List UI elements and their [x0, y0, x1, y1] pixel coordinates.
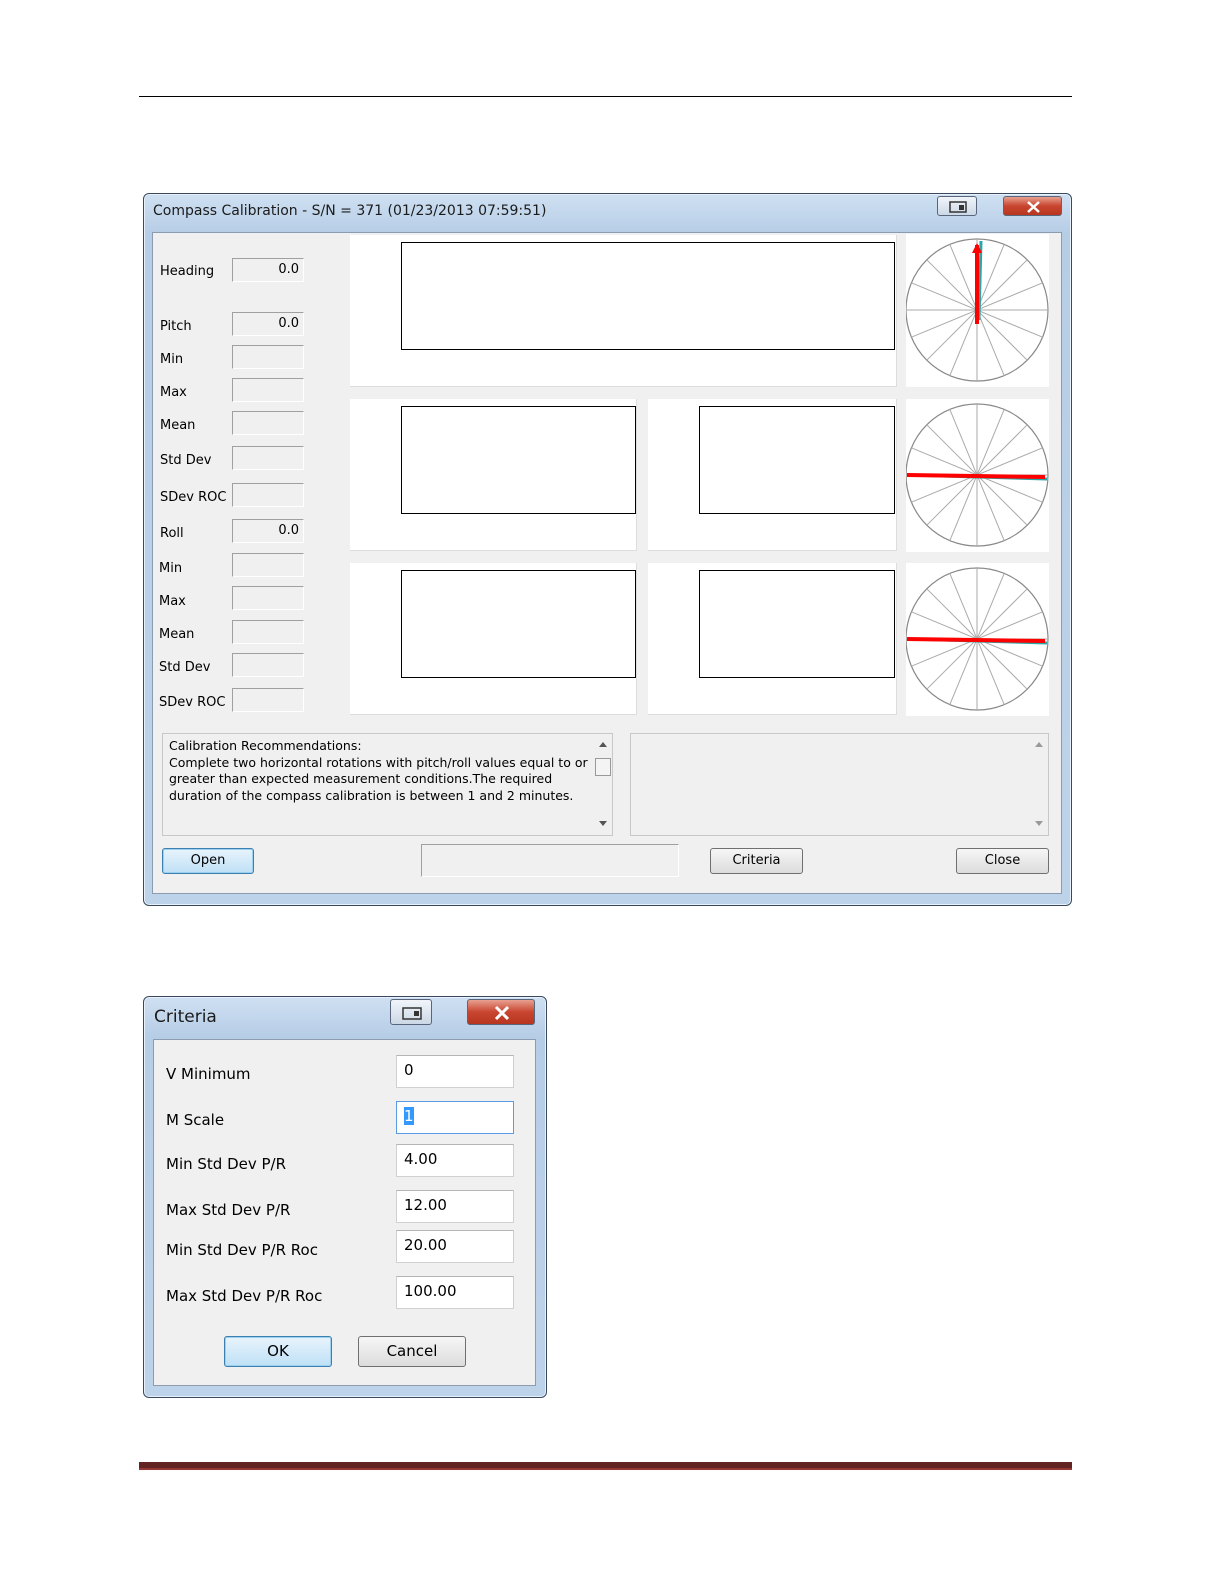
- pitch-plot-right: [699, 406, 895, 514]
- roll-plot-left: [401, 570, 636, 678]
- pitch-plot-panel-right: [648, 399, 897, 551]
- pitch-min-label: Min: [160, 352, 184, 367]
- roll-plot-panel-right: [648, 563, 897, 715]
- recommendations-heading: Calibration Recommendations:: [169, 738, 362, 753]
- roll-min-label: Min: [159, 561, 183, 576]
- status-field: [421, 844, 679, 877]
- max-std-dev-pr-roc-label: Max Std Dev P/R Roc: [166, 1287, 323, 1305]
- window-title: Compass Calibration - S/N = 371 (01/23/2…: [153, 203, 547, 219]
- pitch-mean-value: [232, 411, 304, 435]
- heading-label: Heading: [160, 264, 215, 279]
- heading-compass-dial: [905, 234, 1049, 387]
- pitch-max-label: Max: [160, 385, 187, 400]
- calibration-client-area: Heading 0.0 Pitch 0.0 Min Max Mean Std D…: [152, 232, 1062, 894]
- page-footer-rule: [139, 1462, 1072, 1470]
- roll-mean-value: [232, 620, 304, 644]
- pitch-compass-dial: [905, 399, 1049, 552]
- recommendations-body: Complete two horizontal rotations with p…: [169, 754, 588, 803]
- heading-compass-icon: [905, 238, 1049, 382]
- criteria-close-button[interactable]: [467, 999, 535, 1025]
- min-std-dev-pr-label: Min Std Dev P/R: [166, 1155, 287, 1173]
- recommendations-scrollbar[interactable]: [595, 736, 612, 833]
- roll-compass-dial: [905, 563, 1049, 716]
- criteria-client-area: V Minimum 0 M Scale 1 Min Std Dev P/R 4.…: [153, 1039, 536, 1386]
- pitch-plot-left: [401, 406, 636, 514]
- scroll-up-arrow-icon[interactable]: [599, 742, 607, 747]
- window-close-button[interactable]: [1003, 196, 1062, 216]
- pitch-stddev-label: Std Dev: [160, 453, 212, 468]
- heading-plot: [401, 242, 895, 350]
- pitch-compass-icon: [905, 403, 1049, 547]
- roll-stddev-value: [232, 653, 304, 677]
- pitch-min-value: [232, 345, 304, 369]
- pitch-label: Pitch: [160, 319, 192, 334]
- pitch-value: 0.0: [232, 312, 304, 336]
- roll-sdevroc-value: [232, 688, 304, 712]
- v-minimum-input[interactable]: 0: [396, 1055, 514, 1088]
- criteria-window-title: Criteria: [154, 1007, 217, 1027]
- roll-plot-panel-left: [350, 563, 637, 715]
- v-minimum-label: V Minimum: [166, 1065, 251, 1083]
- recommendations-memo[interactable]: Calibration Recommendations: Complete tw…: [162, 733, 613, 836]
- roll-sdevroc-label: SDev ROC: [159, 695, 226, 710]
- scroll-up-arrow-icon[interactable]: [1035, 742, 1043, 747]
- max-std-dev-pr-input[interactable]: 12.00: [396, 1190, 514, 1223]
- roll-stddev-label: Std Dev: [159, 660, 211, 675]
- roll-max-value: [232, 586, 304, 610]
- restore-button[interactable]: [390, 999, 432, 1025]
- roll-min-value: [232, 553, 304, 577]
- scroll-thumb[interactable]: [595, 758, 611, 776]
- max-std-dev-pr-roc-input[interactable]: 100.00: [396, 1276, 514, 1309]
- roll-label: Roll: [160, 526, 184, 541]
- min-std-dev-pr-input[interactable]: 4.00: [396, 1144, 514, 1177]
- pitch-stddev-value: [232, 446, 304, 470]
- min-std-dev-pr-roc-input[interactable]: 20.00: [396, 1230, 514, 1263]
- heading-value: 0.0: [232, 258, 304, 282]
- scroll-down-arrow-icon[interactable]: [1035, 821, 1043, 826]
- log-scrollbar[interactable]: [1031, 736, 1048, 833]
- close-icon: [1027, 201, 1040, 213]
- window-restore-icon: [402, 1007, 422, 1020]
- min-std-dev-pr-roc-label: Min Std Dev P/R Roc: [166, 1241, 318, 1259]
- compass-needle: [906, 637, 1046, 643]
- restore-button[interactable]: [937, 196, 977, 216]
- heading-plot-panel: [350, 235, 897, 387]
- window-restore-icon: [949, 201, 967, 213]
- roll-max-label: Max: [159, 594, 186, 609]
- m-scale-input[interactable]: 1: [396, 1101, 514, 1134]
- criteria-button[interactable]: Criteria: [710, 848, 803, 874]
- page-header-rule: [139, 96, 1072, 97]
- max-std-dev-pr-label: Max Std Dev P/R: [166, 1201, 291, 1219]
- m-scale-label: M Scale: [166, 1111, 225, 1129]
- compass-needle: [906, 473, 1046, 479]
- open-button[interactable]: Open: [162, 848, 254, 874]
- cancel-button[interactable]: Cancel: [358, 1336, 466, 1367]
- recommendations-text: Calibration Recommendations: Complete tw…: [169, 738, 589, 804]
- pitch-plot-panel-left: [350, 399, 637, 551]
- pitch-max-value: [232, 378, 304, 402]
- compass-calibration-window: Compass Calibration - S/N = 371 (01/23/2…: [143, 193, 1072, 906]
- pitch-sdevroc-label: SDev ROC: [160, 490, 227, 505]
- roll-plot-right: [699, 570, 895, 678]
- m-scale-selected-text: 1: [404, 1107, 414, 1125]
- scroll-down-arrow-icon[interactable]: [599, 821, 607, 826]
- pitch-mean-label: Mean: [160, 418, 196, 433]
- ok-button[interactable]: OK: [224, 1336, 332, 1367]
- criteria-window: Criteria V Minimum 0 M Scale 1 Min Std D…: [143, 996, 547, 1398]
- close-button[interactable]: Close: [956, 848, 1049, 874]
- roll-compass-icon: [905, 567, 1049, 711]
- log-memo[interactable]: [630, 733, 1049, 836]
- close-icon: [494, 1005, 510, 1021]
- roll-mean-label: Mean: [159, 627, 195, 642]
- pitch-sdevroc-value: [232, 483, 304, 507]
- roll-value: 0.0: [232, 519, 304, 543]
